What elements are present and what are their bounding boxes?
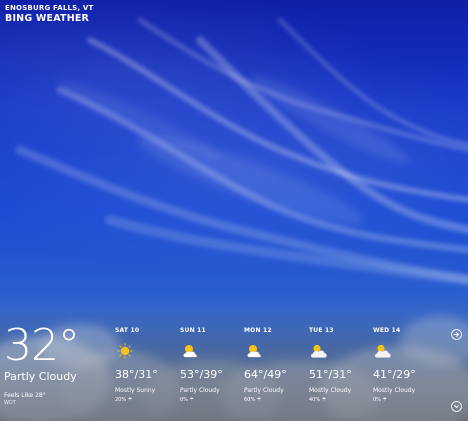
forecast-precip: 60% ☂: [244, 397, 262, 403]
weather-app-screen: ENOSBURG FALLS, VT BING WEATHER 32° Part…: [0, 0, 468, 421]
mostly-cloudy-icon: [374, 344, 391, 358]
current-condition: Partly Cloudy: [4, 370, 77, 383]
next-forecast-button[interactable]: [451, 329, 462, 340]
forecast-day-wed[interactable]: WED 14 41°/29° Mostly Cloudy 0% ☂: [373, 327, 435, 403]
forecast-day-name: MON 12: [244, 327, 272, 334]
daily-forecast: SAT 10 38°/31° Mostly Sunny 20% ☂ SUN 11…: [115, 327, 445, 417]
current-temperature: 32°: [4, 320, 80, 371]
current-conditions-panel: 32° Partly Cloudy Feels Like 28° WDT: [4, 322, 104, 407]
forecast-precip: 0% ☂: [180, 397, 195, 403]
forecast-precip: 20% ☂: [115, 397, 133, 403]
forecast-condition: Partly Cloudy: [244, 387, 284, 394]
location-label[interactable]: ENOSBURG FALLS, VT: [5, 4, 93, 12]
forecast-day-tue[interactable]: TUE 13 51°/31° Mostly Cloudy 40% ☂: [309, 327, 371, 403]
forecast-day-sat[interactable]: SAT 10 38°/31° Mostly Sunny 20% ☂: [115, 327, 177, 403]
forecast-day-name: SUN 11: [180, 327, 206, 334]
forecast-hilo: 38°/31°: [115, 368, 158, 381]
forecast-day-mon[interactable]: MON 12 64°/49° Partly Cloudy 60% ☂: [244, 327, 306, 403]
expand-details-button[interactable]: [451, 401, 462, 412]
app-title: BING WEATHER: [5, 13, 90, 24]
forecast-condition: Mostly Cloudy: [373, 387, 416, 394]
forecast-day-name: TUE 13: [309, 327, 334, 334]
forecast-precip: 40% ☂: [309, 397, 327, 403]
feels-like-text: Feels Like 28°: [4, 392, 46, 399]
chevron-down-icon: [454, 405, 459, 408]
partly-cloudy-icon: [183, 345, 197, 358]
forecast-condition: Mostly Cloudy: [309, 387, 352, 394]
arrow-right-icon: [453, 332, 459, 337]
forecast-day-name: WED 14: [373, 327, 401, 334]
data-source-label[interactable]: WDT: [4, 400, 104, 407]
forecast-condition: Mostly Sunny: [115, 387, 156, 394]
forecast-condition: Partly Cloudy: [180, 387, 220, 394]
forecast-day-sun[interactable]: SUN 11 53°/39° Partly Cloudy 0% ☂: [180, 327, 242, 403]
forecast-hilo: 41°/29°: [373, 368, 416, 381]
forecast-hilo: 53°/39°: [180, 368, 223, 381]
partly-cloudy-icon: [247, 345, 261, 358]
forecast-hilo: 64°/49°: [244, 368, 287, 381]
forecast-hilo: 51°/31°: [309, 368, 352, 381]
forecast-precip: 0% ☂: [373, 397, 388, 403]
mostly-cloudy-icon: [310, 344, 327, 358]
forecast-day-name: SAT 10: [115, 327, 140, 334]
sun-icon: [117, 343, 133, 359]
